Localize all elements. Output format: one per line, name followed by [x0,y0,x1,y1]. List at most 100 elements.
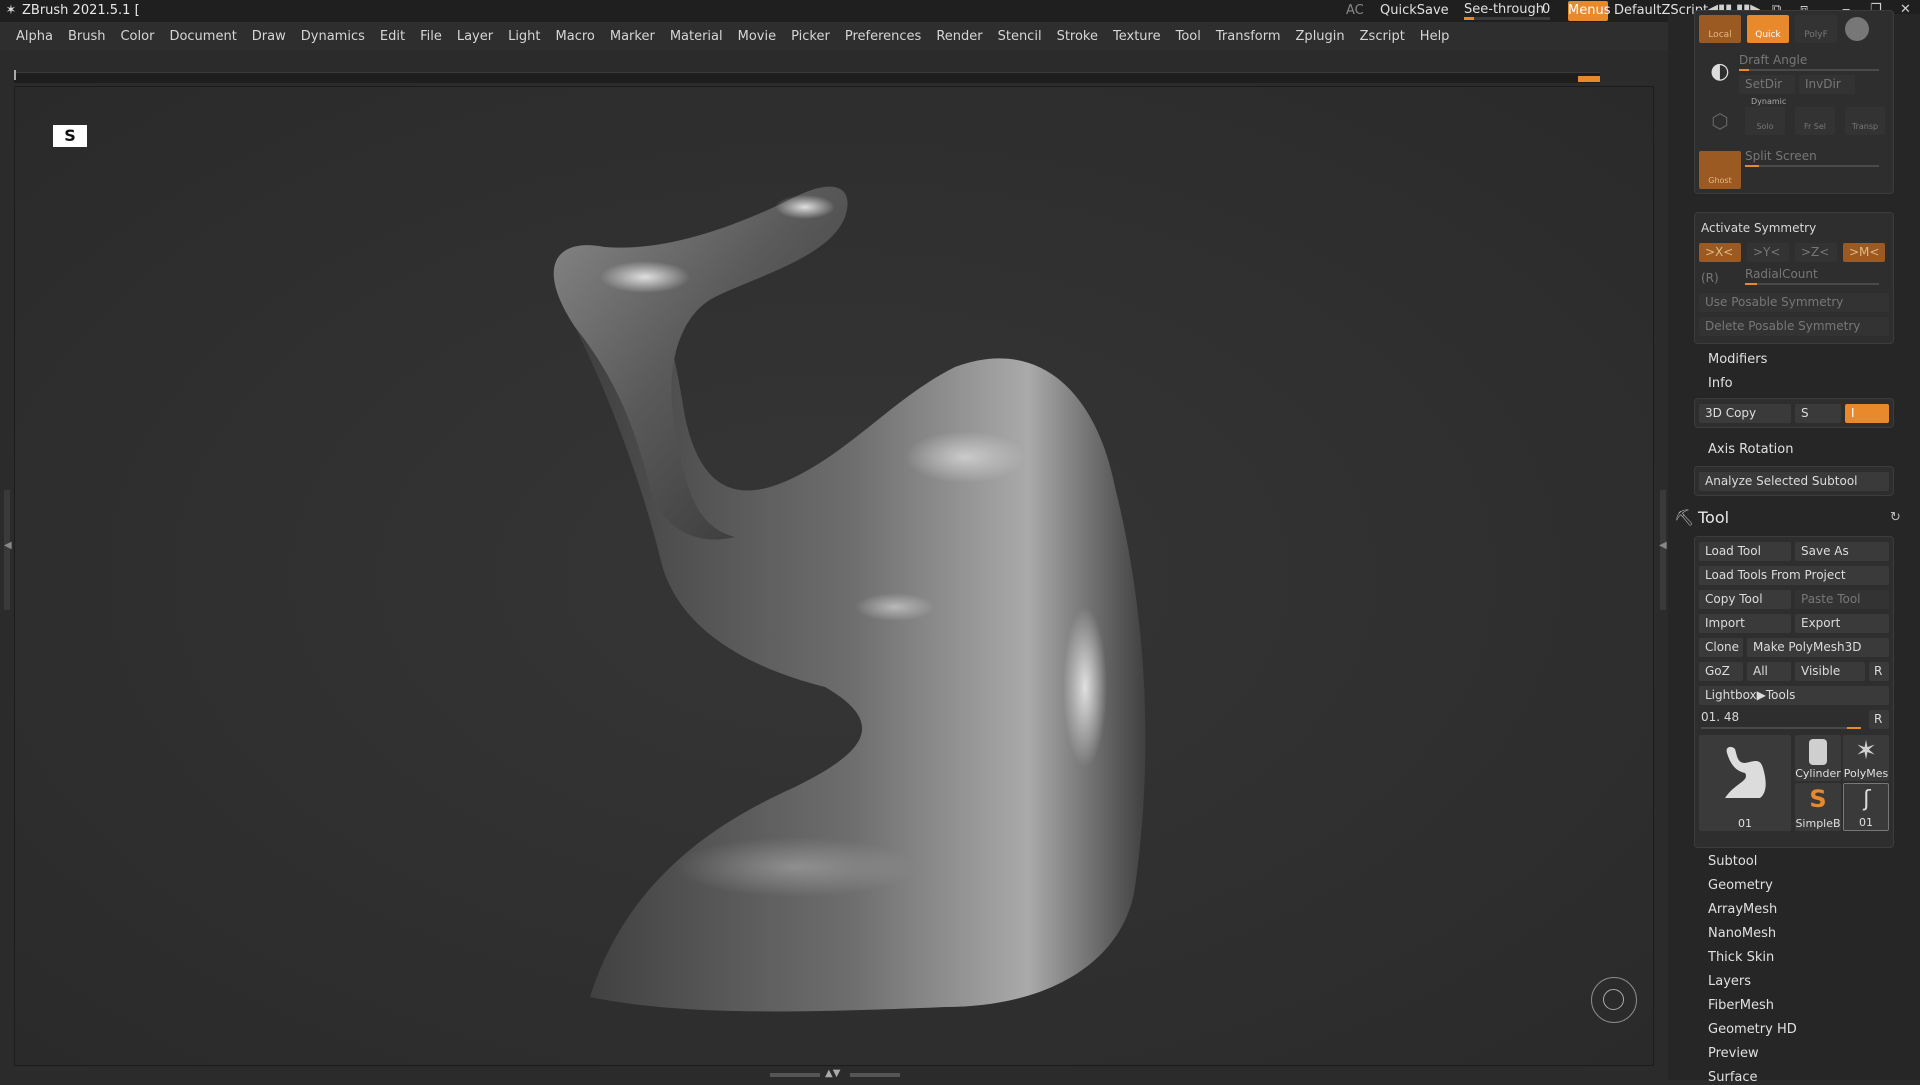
menu-tool[interactable]: Tool [1176,29,1201,44]
polymesh-tool-thumbnail[interactable]: ✶ PolyMes [1843,735,1889,781]
symmetry-m-button[interactable]: >M< [1843,243,1885,262]
menu-brush[interactable]: Brush [68,29,106,44]
document-canvas[interactable]: S [14,86,1654,1066]
menu-movie[interactable]: Movie [738,29,776,44]
menu-marker[interactable]: Marker [610,29,655,44]
subpalette-layers[interactable]: Layers [1708,974,1751,989]
activate-symmetry-label[interactable]: Activate Symmetry [1701,221,1816,235]
symmetry-x-button[interactable]: >X< [1699,243,1741,262]
polyf-button[interactable]: PolyF [1795,15,1837,43]
menu-color[interactable]: Color [120,29,154,44]
i-field[interactable]: I [1845,404,1889,423]
tool-r-button[interactable]: R [1869,710,1889,729]
subpalette-nanomesh[interactable]: NanoMesh [1708,926,1776,941]
refresh-icon[interactable]: ↻ [1890,510,1901,525]
cylinder-tool-thumbnail[interactable]: Cylinder [1795,735,1841,781]
load-tools-from-project-button[interactable]: Load Tools From Project [1699,566,1889,585]
analyze-selected-subtool-button[interactable]: Analyze Selected Subtool [1699,472,1889,491]
subpalette-surface[interactable]: Surface [1708,1070,1758,1085]
menu-document[interactable]: Document [169,29,236,44]
draft-angle-slider[interactable] [1739,69,1879,71]
menu-file[interactable]: File [420,29,442,44]
bottom-shelf-handle[interactable]: ▲▼ [770,1068,900,1079]
subpalette-arraymesh[interactable]: ArrayMesh [1708,902,1777,917]
clone-button[interactable]: Clone [1699,638,1743,657]
rotate-gizmo-icon[interactable] [1591,977,1637,1023]
subpalette-geometry-hd[interactable]: Geometry HD [1708,1022,1797,1037]
menu-help[interactable]: Help [1420,29,1450,44]
info-subpalette[interactable]: Info [1708,376,1733,391]
ghost-button[interactable]: Ghost [1699,151,1741,189]
menu-render[interactable]: Render [936,29,982,44]
active-tool-thumbnail[interactable]: 01 [1699,735,1791,831]
lightbox-tools-button[interactable]: Lightbox▶Tools [1699,686,1889,705]
save-as-button[interactable]: Save As [1795,542,1889,561]
cube-icon[interactable]: ⬡ [1707,109,1733,133]
radial-r-toggle[interactable]: (R) [1701,271,1719,285]
menu-draw[interactable]: Draw [252,29,286,44]
menu-texture[interactable]: Texture [1113,29,1161,44]
tool-01-thumbnail[interactable]: ʃ 01 [1843,783,1889,831]
subpalette-thick-skin[interactable]: Thick Skin [1708,950,1774,965]
menu-layer[interactable]: Layer [457,29,493,44]
timeline-position-marker[interactable] [1578,76,1600,82]
goz-visible-button[interactable]: Visible [1795,662,1865,681]
split-screen-slider[interactable] [1745,165,1879,167]
invdir-button[interactable]: InvDir [1799,75,1855,94]
menu-alpha[interactable]: Alpha [16,29,53,44]
simpleb-tool-thumbnail[interactable]: S SimpleB [1795,783,1841,831]
subpalette-fibermesh[interactable]: FiberMesh [1708,998,1774,1013]
s-field[interactable]: S [1795,404,1841,423]
transp-button[interactable]: Transp [1845,107,1885,135]
sculpt-model[interactable] [495,127,1215,1047]
menu-preferences[interactable]: Preferences [845,29,921,44]
modifiers-subpalette[interactable]: Modifiers [1708,352,1767,367]
tool-slider[interactable] [1701,727,1861,729]
menus-button[interactable]: Menus [1568,1,1610,21]
subpalette-preview[interactable]: Preview [1708,1046,1759,1061]
radial-count-slider[interactable] [1745,283,1879,285]
solo-button[interactable]: Solo [1745,107,1785,135]
fr-sel-button[interactable]: Fr Sel [1795,107,1835,135]
menu-stencil[interactable]: Stencil [998,29,1042,44]
make-polymesh3d-button[interactable]: Make PolyMesh3D [1747,638,1889,657]
menu-stroke[interactable]: Stroke [1057,29,1098,44]
subpalette-subtool[interactable]: Subtool [1708,854,1757,869]
left-tray-arrow-icon[interactable]: ◀ [4,540,12,551]
seethrough-slider[interactable]: See-through 0 [1462,2,1552,20]
load-tool-button[interactable]: Load Tool [1699,542,1791,561]
goz-all-button[interactable]: All [1747,662,1791,681]
use-posable-symmetry-button[interactable]: Use Posable Symmetry [1699,293,1889,312]
tool-palette-title[interactable]: Tool [1698,508,1729,527]
menu-zscript[interactable]: Zscript [1360,29,1405,44]
axis-rotation-subpalette[interactable]: Axis Rotation [1708,442,1793,457]
quick-button[interactable]: Quick [1747,15,1789,43]
menu-light[interactable]: Light [508,29,540,44]
menu-dynamics[interactable]: Dynamics [301,29,365,44]
subpalette-geometry[interactable]: Geometry [1708,878,1773,893]
menu-picker[interactable]: Picker [791,29,830,44]
export-button[interactable]: Export [1795,614,1889,633]
timeline-track[interactable] [14,70,1600,83]
menu-transform[interactable]: Transform [1216,29,1281,44]
right-tray-arrow-icon[interactable]: ◀ [1659,540,1667,551]
menu-material[interactable]: Material [670,29,723,44]
setdir-button[interactable]: SetDir [1739,75,1795,94]
symmetry-y-button[interactable]: >Y< [1747,243,1789,262]
menu-zplugin[interactable]: Zplugin [1296,29,1345,44]
import-button[interactable]: Import [1699,614,1791,633]
goz-r-button[interactable]: R [1869,662,1889,681]
sphere-icon[interactable] [1845,17,1869,41]
shelf-toggle-icon[interactable]: ▲▼ [825,1068,840,1079]
goz-button[interactable]: GoZ [1699,662,1743,681]
half-circle-icon[interactable]: ◐ [1705,59,1735,84]
local-button[interactable]: Local [1699,15,1741,43]
quicksave-button[interactable]: QuickSave [1380,3,1449,18]
copy-tool-button[interactable]: Copy Tool [1699,590,1791,609]
delete-posable-symmetry-button[interactable]: Delete Posable Symmetry [1699,317,1889,336]
menu-macro[interactable]: Macro [556,29,595,44]
menu-edit[interactable]: Edit [380,29,405,44]
ac-button[interactable]: AC [1346,3,1364,18]
copy3d-button[interactable]: 3D Copy [1699,404,1791,423]
paste-tool-button[interactable]: Paste Tool [1795,590,1889,609]
